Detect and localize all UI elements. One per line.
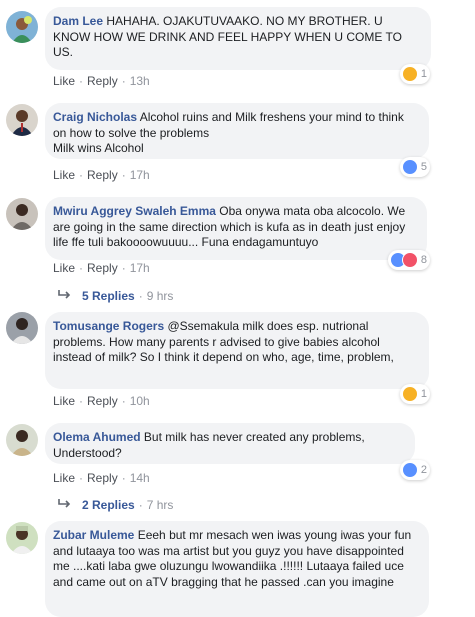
comment-time[interactable]: 13h bbox=[130, 74, 150, 88]
like-icon bbox=[401, 159, 418, 175]
reaction-count: 8 bbox=[420, 254, 427, 266]
avatar[interactable] bbox=[6, 424, 38, 456]
comment-bubble: Tomusange Rogers @Ssemakula milk does es… bbox=[45, 312, 429, 389]
like-button[interactable]: Like bbox=[53, 168, 75, 182]
comment-bubble: Zubar Muleme Eeeh but mr mesach wen iwas… bbox=[45, 521, 429, 617]
like-button[interactable]: Like bbox=[53, 74, 75, 88]
comment-bubble: Olema Ahumed But milk has never created … bbox=[45, 423, 415, 464]
avatar[interactable] bbox=[6, 198, 38, 230]
avatar[interactable] bbox=[6, 104, 38, 136]
love-icon bbox=[401, 252, 418, 268]
reaction-count: 1 bbox=[420, 388, 427, 400]
comment-author[interactable]: Tomusange Rogers bbox=[53, 319, 164, 333]
replies-time: 9 hrs bbox=[146, 289, 174, 303]
comment-bubble: Dam Lee HAHAHA. OJAKUTUVAAKO. NO MY BROT… bbox=[45, 7, 431, 70]
reply-button[interactable]: Reply bbox=[87, 74, 118, 88]
reply-button[interactable]: Reply bbox=[87, 471, 118, 485]
like-button[interactable]: Like bbox=[53, 471, 75, 485]
comment-author[interactable]: Dam Lee bbox=[53, 14, 103, 28]
like-button[interactable]: Like bbox=[53, 394, 75, 408]
replies-time: 7 hrs bbox=[146, 498, 174, 512]
comment-author[interactable]: Craig Nicholas bbox=[53, 110, 137, 124]
view-replies[interactable]: 2 Replies · 7 hrs bbox=[58, 498, 173, 512]
comment-bubble: Craig Nicholas Alcohol ruins and Milk fr… bbox=[45, 103, 429, 159]
reaction-summary[interactable]: 1 bbox=[399, 64, 430, 84]
comment-text: HAHAHA. OJAKUTUVAAKO. NO MY BROTHER. U K… bbox=[53, 14, 402, 59]
comment-actions: Like · Reply · 10h bbox=[53, 394, 150, 408]
reaction-summary[interactable]: 2 bbox=[399, 460, 430, 480]
comment-text: Milk wins Alcohol bbox=[53, 141, 144, 155]
comment-actions: Like · Reply · 14h bbox=[53, 471, 150, 485]
comment-time[interactable]: 17h bbox=[130, 261, 150, 275]
haha-icon bbox=[401, 66, 418, 82]
comment-author[interactable]: Zubar Muleme bbox=[53, 528, 134, 542]
replies-link[interactable]: 5 Replies bbox=[82, 289, 135, 303]
avatar[interactable] bbox=[6, 312, 38, 344]
haha-icon bbox=[401, 386, 418, 402]
comment-author[interactable]: Mwiru Aggrey Swaleh Emma bbox=[53, 204, 216, 218]
comment-actions: Like · Reply · 17h bbox=[53, 261, 150, 275]
avatar[interactable] bbox=[6, 11, 38, 43]
reply-button[interactable]: Reply bbox=[87, 394, 118, 408]
reaction-summary[interactable]: 5 bbox=[399, 157, 430, 177]
comment-actions: Like · Reply · 17h bbox=[53, 168, 150, 182]
reaction-summary[interactable]: 8 bbox=[387, 250, 430, 270]
reaction-count: 2 bbox=[420, 464, 427, 476]
comment-author[interactable]: Olema Ahumed bbox=[53, 430, 141, 444]
reaction-count: 1 bbox=[420, 68, 427, 80]
reply-arrow-icon bbox=[58, 289, 78, 303]
like-button[interactable]: Like bbox=[53, 261, 75, 275]
like-icon bbox=[401, 462, 418, 478]
reaction-summary[interactable]: 1 bbox=[399, 384, 430, 404]
reply-arrow-icon bbox=[58, 498, 78, 512]
view-replies[interactable]: 5 Replies · 9 hrs bbox=[58, 289, 173, 303]
reply-button[interactable]: Reply bbox=[87, 168, 118, 182]
comment-time[interactable]: 14h bbox=[130, 471, 150, 485]
reply-button[interactable]: Reply bbox=[87, 261, 118, 275]
comment-time[interactable]: 10h bbox=[130, 394, 150, 408]
reaction-count: 5 bbox=[420, 161, 427, 173]
comment-time[interactable]: 17h bbox=[130, 168, 150, 182]
avatar[interactable] bbox=[6, 522, 38, 554]
comment-actions: Like · Reply · 13h bbox=[53, 74, 150, 88]
comment-bubble: Mwiru Aggrey Swaleh Emma Oba onywa mata … bbox=[45, 197, 427, 260]
replies-link[interactable]: 2 Replies bbox=[82, 498, 135, 512]
